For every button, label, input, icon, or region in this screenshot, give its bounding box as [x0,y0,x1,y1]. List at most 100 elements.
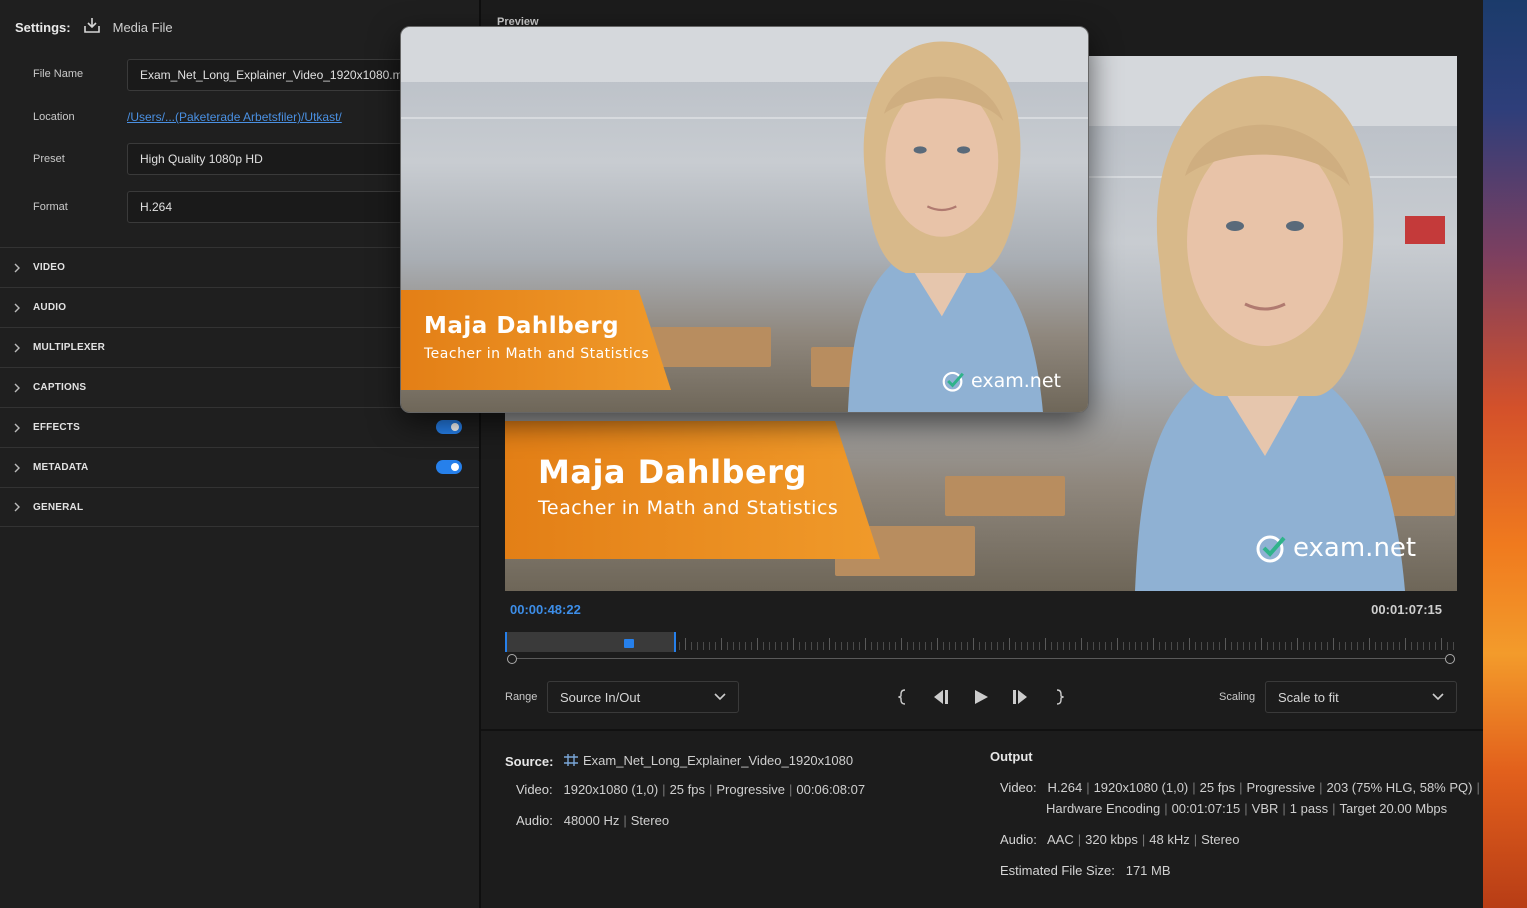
brand-text: exam.net [1293,533,1417,563]
output-audio-channels: Stereo [1201,832,1240,847]
presenter-image [1135,76,1405,591]
output-video-label: Video: [1000,780,1037,795]
chevron-down-icon [714,693,726,701]
output-audio-bitrate: 320 kbps [1085,832,1138,847]
desktop-wallpaper [1483,0,1527,908]
popup-lower-third-role: Teacher in Math and Statistics [424,346,650,362]
output-scan: Progressive [1246,780,1316,795]
selection-range[interactable] [505,632,677,652]
source-video-row: Video: 1920x1080 (1,0) | 25 fps | Progressiv… [516,782,866,797]
output-target-bitrate: Target 20.00 Mbps [1339,801,1448,816]
checkmark-icon [942,371,964,392]
format-label: Format [33,201,68,213]
output-audio-label: Audio: [1000,832,1037,847]
settings-label: Settings: [15,20,71,35]
sequence-icon [564,754,578,766]
section-title: EFFECTS [33,422,80,433]
brand-logo: exam.net [1255,533,1416,563]
chevron-right-icon [0,502,33,512]
step-forward-icon[interactable] [1009,686,1031,708]
range-label: Range [505,691,538,703]
duration-timecode: 00:01:07:15 [1371,602,1442,617]
estimated-size-label: Estimated File Size: [1000,863,1115,878]
source-video-resolution: 1920x1080 (1,0) [563,782,659,797]
section-title: METADATA [33,462,89,473]
section-effects[interactable]: EFFECTS [0,407,479,447]
output-duration: 00:01:07:15 [1171,801,1241,816]
scaling-dropdown[interactable]: Scale to fit [1265,681,1457,713]
chevron-right-icon [0,423,33,433]
section-title: AUDIO [33,302,67,313]
range-dropdown[interactable]: Source In/Out [547,681,739,713]
output-video-row-2: Hardware Encoding | 00:01:07:15 | VBR | 1 pass… [1046,801,1448,816]
output-hdr: 203 (75% HLG, 58% PQ) [1326,780,1473,795]
popup-brand-logo: exam.net [941,370,1061,392]
location-link[interactable]: /Users/...(Paketerade Arbetsfiler)/Utkas… [127,110,342,124]
chevron-down-icon [1432,693,1444,701]
source-label: Source: [505,754,554,769]
popup-lower-third-banner [401,290,671,390]
timeline-scrubber[interactable] [505,630,1457,664]
chevron-right-icon [0,463,33,473]
popup-video: Maja Dahlberg Teacher in Math and Statis… [401,27,1088,412]
source-video-scan: Progressive [716,782,786,797]
section-general[interactable]: GENERAL [0,487,479,527]
lower-third-name: Maja Dahlberg [538,453,807,491]
source-audio-label: Audio: [516,813,553,828]
lower-third-role: Teacher in Math and Statistics [538,497,839,519]
info-divider [481,729,1483,731]
output-resolution: 1920x1080 (1,0) [1093,780,1189,795]
scaling-label: Scaling [1219,691,1256,703]
section-metadata[interactable]: METADATA [0,447,479,487]
source-video-fps: 25 fps [669,782,705,797]
media-file-label: Media File [112,20,173,35]
range-track [511,658,1451,659]
metadata-toggle[interactable] [436,460,462,474]
chevron-right-icon [0,303,33,313]
preset-label: Preset [33,153,65,165]
estimated-size-value: 171 MB [1125,863,1171,878]
checkmark-icon [1256,535,1286,563]
range-value: Source In/Out [560,689,641,705]
step-back-icon[interactable] [930,686,952,708]
preset-dropdown[interactable]: High Quality 1080p HD [127,143,417,175]
source-audio-rate: 48000 Hz [563,813,620,828]
output-label: Output [990,749,1033,764]
section-title: MULTIPLEXER [33,342,106,353]
mark-out-icon[interactable] [1048,686,1070,708]
popup-lower-third-name: Maja Dahlberg [424,313,620,339]
scaling-value: Scale to fit [1278,689,1339,705]
section-title: CAPTIONS [33,382,87,393]
output-audio-codec: AAC [1047,832,1074,847]
source-name: Exam_Net_Long_Explainer_Video_1920x1080 [563,753,853,768]
section-title: GENERAL [33,501,84,513]
output-codec: H.264 [1047,780,1083,795]
source-video-label: Video: [516,782,553,797]
output-encoding: Hardware Encoding [1046,801,1161,816]
play-icon[interactable] [970,686,992,708]
location-label: Location [33,111,75,123]
source-audio-channels: Stereo [630,813,670,828]
popup-presenter-image [847,41,1043,412]
output-audio-rate: 48 kHz [1149,832,1190,847]
output-audio-row: Audio: AAC | 320 kbps | 48 kHz | Stereo [1000,832,1240,847]
floating-video-thumbnail[interactable]: Maja Dahlberg Teacher in Math and Statis… [400,26,1089,413]
output-passes: 1 pass [1289,801,1329,816]
range-end-handle[interactable] [1445,654,1455,664]
range-start-handle[interactable] [507,654,517,664]
output-fps: 25 fps [1199,780,1236,795]
effects-toggle[interactable] [436,420,462,434]
source-audio-row: Audio: 48000 Hz | Stereo [516,813,670,828]
settings-header: Settings: Media File [15,17,173,38]
format-dropdown[interactable]: H.264 [127,191,417,223]
export-icon[interactable] [83,17,101,38]
source-video-duration: 00:06:08:07 [796,782,866,797]
file-name-field[interactable]: Exam_Net_Long_Explainer_Video_1920x1080.… [127,59,417,91]
chevron-right-icon [0,263,33,273]
chevron-right-icon [0,383,33,393]
section-title: VIDEO [33,262,66,273]
output-video-row-1: Video: H.264 | 1920x1080 (1,0) | 25 fps | Prog… [1000,780,1480,795]
output-bitrate-mode: VBR [1251,801,1279,816]
mark-in-icon[interactable] [892,686,914,708]
playhead[interactable] [623,639,634,648]
